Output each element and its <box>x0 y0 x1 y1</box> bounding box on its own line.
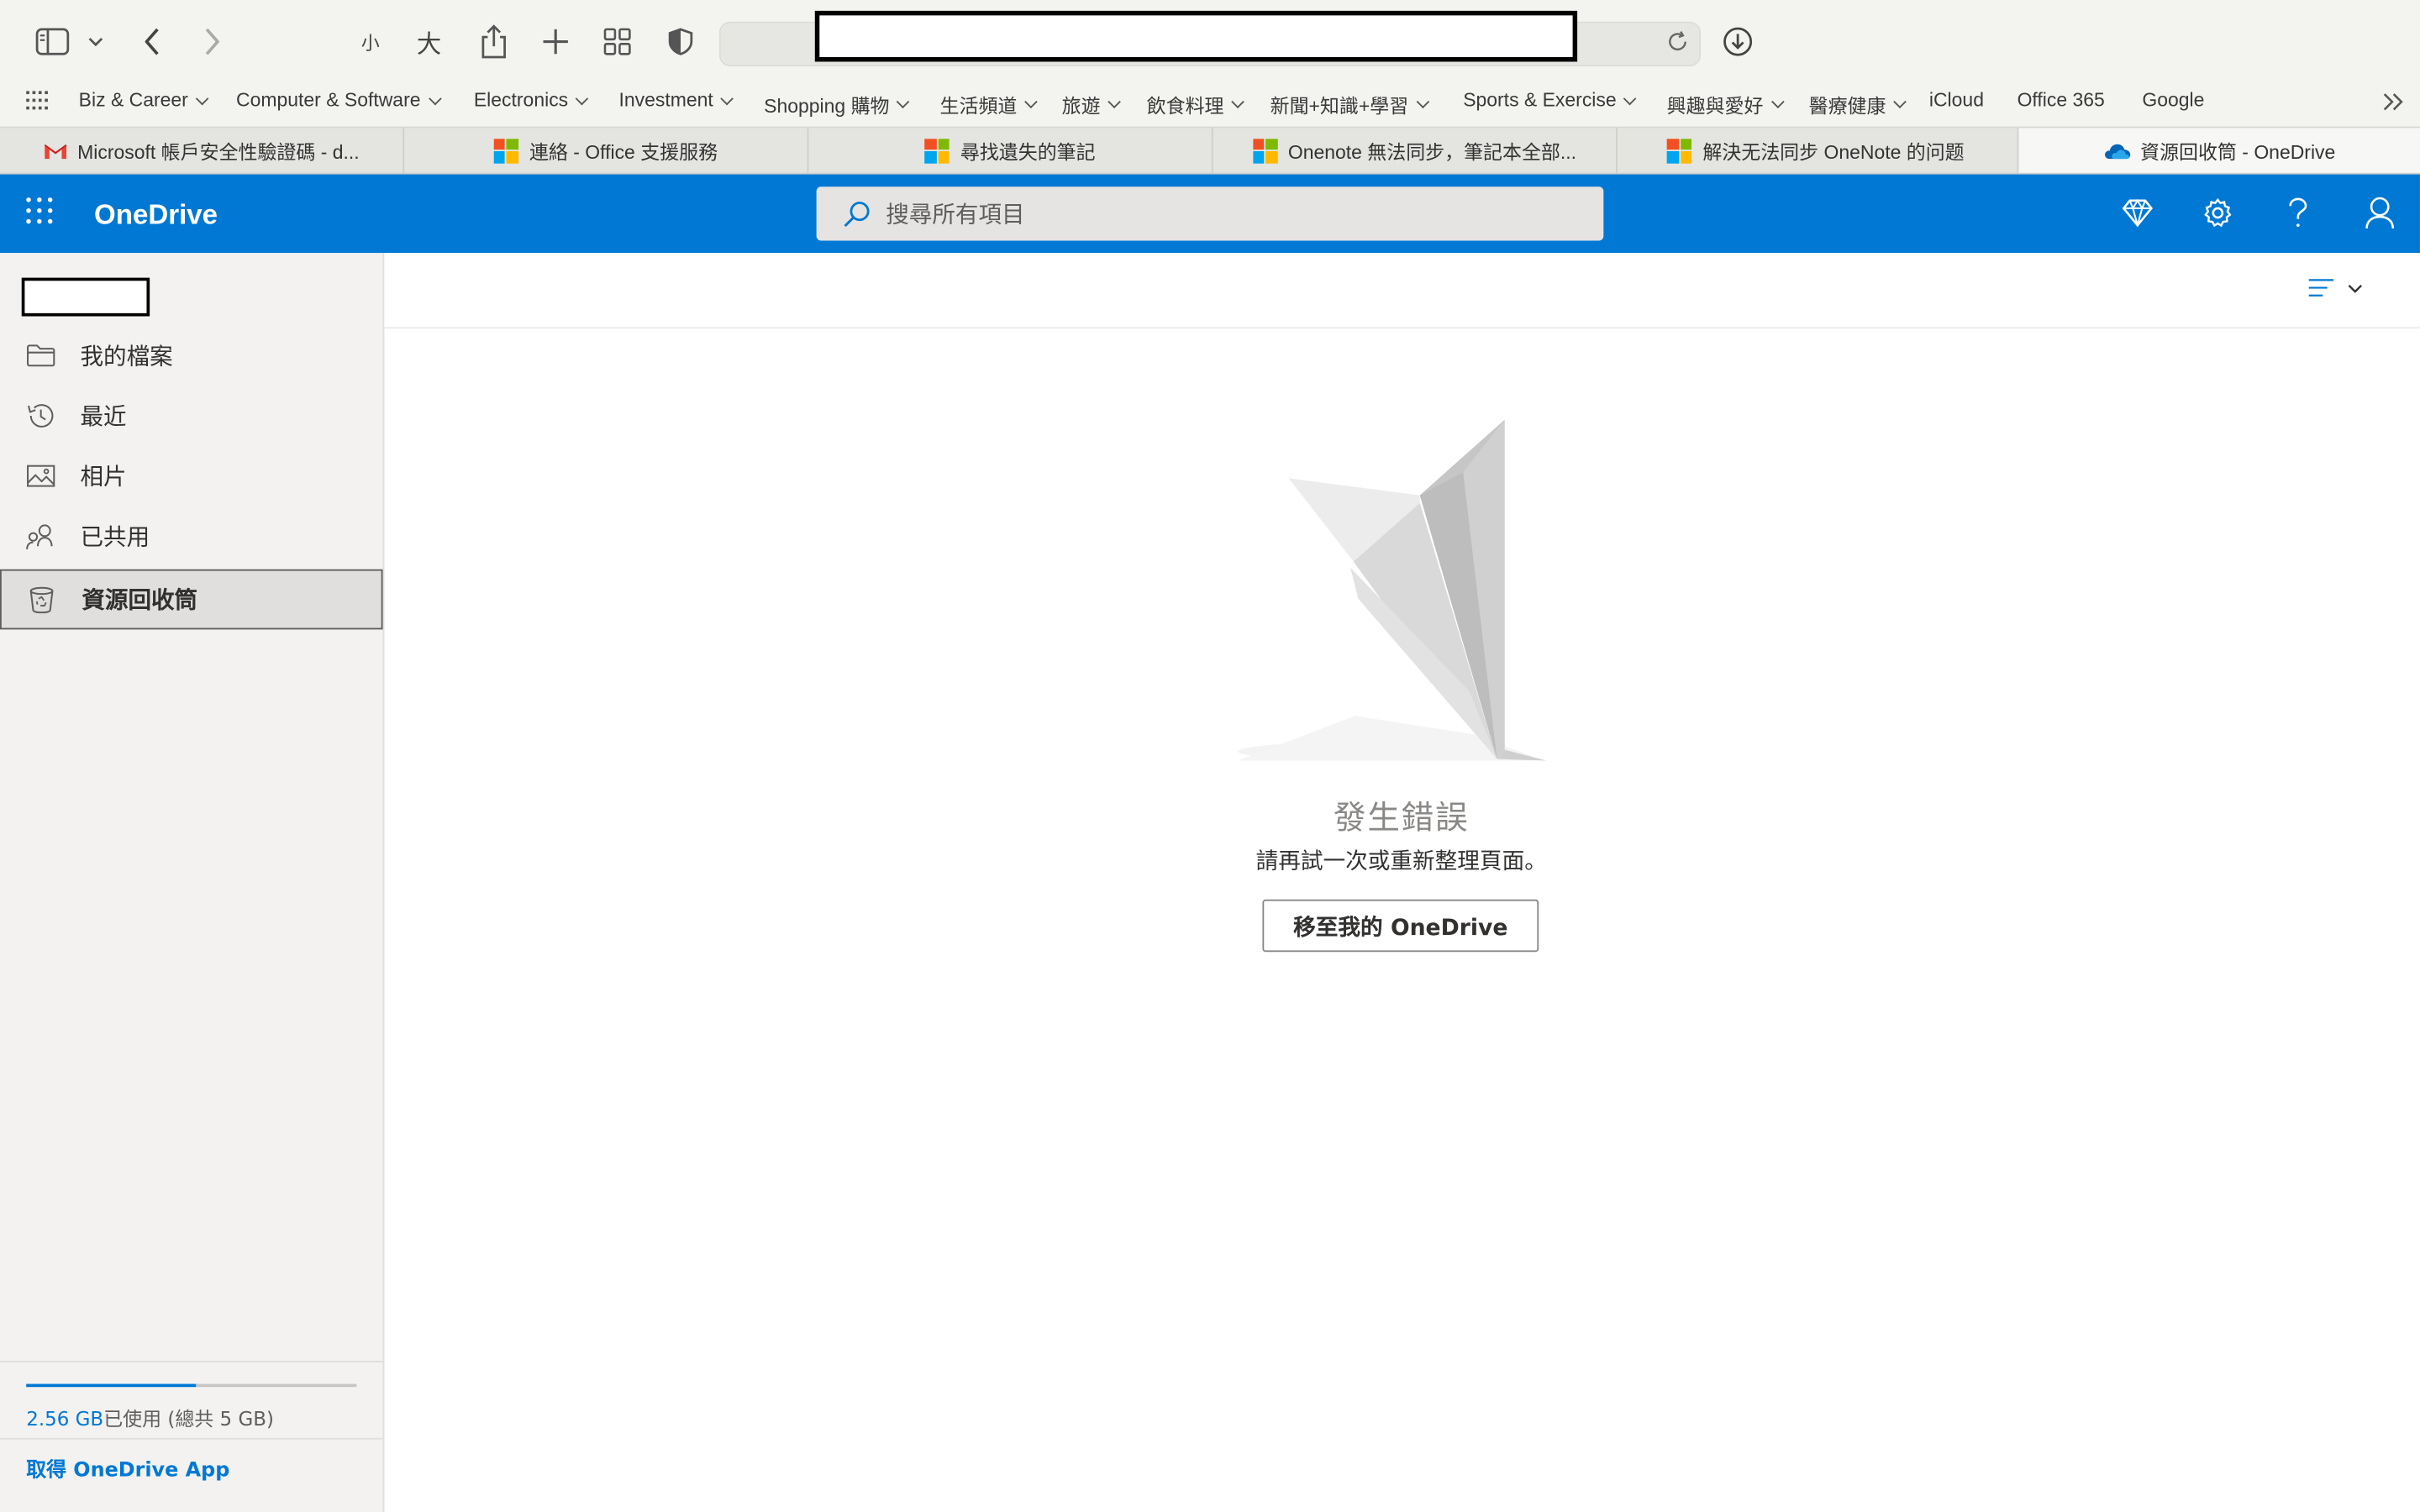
bookmarks-overflow-icon[interactable] <box>2383 92 2405 111</box>
bookmark-icloud[interactable]: iCloud <box>1929 90 1984 112</box>
font-smaller-button[interactable]: 小 <box>355 18 386 65</box>
sidebar-item-shared[interactable]: 已共用 <box>0 506 383 566</box>
downloads-icon[interactable] <box>1719 18 1756 65</box>
bookmark-office-365[interactable]: Office 365 <box>2018 90 2105 112</box>
onedrive-brand[interactable]: OneDrive <box>94 199 218 232</box>
tab-microsoft-verification[interactable]: Microsoft 帳戶安全性驗證碼 - d... <box>0 128 405 173</box>
tab-overview-icon[interactable] <box>599 18 636 65</box>
microsoft-logo-icon <box>1252 138 1277 163</box>
gmail-icon <box>44 141 68 160</box>
bookmark-food[interactable]: 飲食料理 <box>1147 90 1244 119</box>
microsoft-logo-icon <box>1667 138 1692 163</box>
bookmark-travel[interactable]: 旅遊 <box>1062 90 1121 119</box>
folder-icon <box>24 340 55 371</box>
tab-fix-onenote-sync[interactable]: 解決无法同步 OneNote 的问题 <box>1614 128 2019 173</box>
onedrive-cloud-icon <box>2103 141 2131 160</box>
photo-icon <box>24 460 55 491</box>
bookmarks-bar: Biz & Career Computer & Software Electro… <box>0 80 2420 129</box>
bookmark-biz-career[interactable]: Biz & Career <box>79 90 209 111</box>
sidebar-menu-chevron-icon[interactable] <box>83 18 108 65</box>
storage-used-text: 2.56 GB已使用 (總共 5 GB) <box>26 1407 274 1431</box>
people-icon <box>24 521 55 552</box>
back-icon[interactable] <box>136 18 170 65</box>
browser-tab-bar: Microsoft 帳戶安全性驗證碼 - d... 連絡 - Office 支援… <box>0 128 2420 175</box>
error-title: 發生錯誤 <box>1333 799 1470 837</box>
privacy-shield-icon[interactable] <box>664 18 697 65</box>
address-redaction-box <box>814 10 1578 62</box>
error-message: 請再試一次或重新整理頁面。 <box>1255 850 1547 875</box>
tab-find-lost-notes[interactable]: 尋找遺失的筆記 <box>808 128 1213 173</box>
recycle-bin-icon <box>26 584 57 615</box>
bookmark-computer-software[interactable]: Computer & Software <box>236 90 441 111</box>
font-larger-button[interactable]: 大 <box>411 18 448 65</box>
tab-onedrive-recycle-bin[interactable]: 資源回收筒 - OneDrive <box>2018 128 2420 173</box>
bookmark-shopping[interactable]: Shopping 購物 <box>764 90 910 119</box>
sidebar-item-recent[interactable]: 最近 <box>0 386 383 446</box>
bookmark-news[interactable]: 新聞+知識+學習 <box>1270 90 1429 119</box>
share-icon[interactable] <box>476 18 513 65</box>
chevron-down-icon <box>2348 283 2363 292</box>
tab-office-support[interactable]: 連絡 - Office 支援服務 <box>404 128 809 173</box>
settings-gear-icon[interactable] <box>2199 194 2236 231</box>
get-onedrive-app-link[interactable]: 取得 OneDrive App <box>0 1437 383 1483</box>
storage-meter[interactable]: 2.56 GB已使用 (總共 5 GB) <box>0 1360 383 1431</box>
sidebar-item-photos[interactable]: 相片 <box>0 446 383 507</box>
bookmark-google[interactable]: Google <box>2142 90 2204 112</box>
forward-icon[interactable] <box>194 18 228 65</box>
browser-toolbar: 小 大 <box>0 0 2420 81</box>
bookmark-electronics[interactable]: Electronics <box>474 90 589 111</box>
bookmark-hobbies[interactable]: 興趣與愛好 <box>1667 90 1784 119</box>
view-options-button[interactable] <box>2307 278 2363 298</box>
bookmark-lifestyle[interactable]: 生活頻道 <box>940 90 1038 119</box>
bookmark-health[interactable]: 醫療健康 <box>1809 90 1907 119</box>
account-name-redaction-box <box>21 277 150 317</box>
bookmark-sports[interactable]: Sports & Exercise <box>1463 90 1637 111</box>
reload-icon[interactable] <box>1662 18 1693 65</box>
new-tab-icon[interactable] <box>537 18 574 65</box>
onedrive-header: OneDrive 搜尋所有項目 <box>0 174 2420 254</box>
tab-onenote-sync-issue[interactable]: Onenote 無法同步，筆記本全部... <box>1213 128 1618 173</box>
sidebar-toggle-icon[interactable] <box>31 18 74 65</box>
microsoft-logo-icon <box>493 138 519 163</box>
sidebar-item-my-files[interactable]: 我的檔案 <box>0 326 383 386</box>
paper-plane-illustration-icon <box>1234 413 1559 776</box>
search-input[interactable]: 搜尋所有項目 <box>886 197 1024 230</box>
command-bar <box>384 253 2420 329</box>
go-to-my-onedrive-button[interactable]: 移至我的 OneDrive <box>1262 899 1539 953</box>
search-box[interactable]: 搜尋所有項目 <box>816 186 1604 241</box>
premium-diamond-icon[interactable] <box>2119 194 2156 231</box>
left-navigation: 我的檔案 最近 相片 已共用 資源回收筒 2.56 GB已使用 (總共 5 GB… <box>0 253 385 1512</box>
account-person-icon[interactable] <box>2361 194 2398 231</box>
microsoft-logo-icon <box>924 138 950 163</box>
help-question-icon[interactable] <box>2280 194 2317 231</box>
bookmarks-grid-icon[interactable] <box>24 90 49 112</box>
history-icon <box>24 401 55 432</box>
bookmark-investment[interactable]: Investment <box>619 90 734 111</box>
app-launcher-icon[interactable] <box>26 197 54 225</box>
search-icon <box>843 200 871 228</box>
list-view-icon <box>2307 278 2335 298</box>
storage-progress-bar <box>26 1383 357 1388</box>
sidebar-item-recycle-bin[interactable]: 資源回收筒 <box>0 569 383 630</box>
